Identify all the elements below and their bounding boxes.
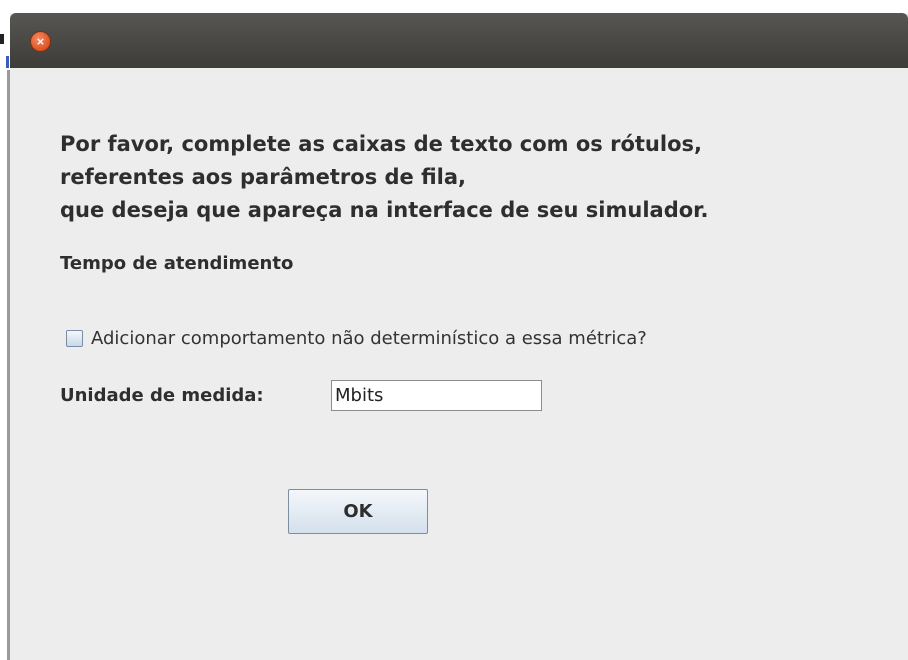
instruction-message: Por favor, complete as caixas de texto c… — [60, 128, 709, 227]
message-line: referentes aos parâmetros de fila, — [60, 165, 467, 189]
title-bar[interactable]: × — [10, 13, 908, 68]
background-fragment — [6, 56, 9, 68]
nondeterministic-option[interactable]: Adicionar comportamento não determinísti… — [66, 326, 647, 350]
background-fragment — [0, 34, 4, 44]
message-line: Por favor, complete as caixas de texto c… — [60, 132, 702, 156]
close-icon[interactable]: × — [30, 31, 51, 52]
unit-input[interactable] — [331, 380, 542, 411]
ok-button[interactable]: OK — [288, 489, 428, 534]
checkbox-label: Adicionar comportamento não determinísti… — [91, 327, 647, 349]
unit-label: Unidade de medida: — [60, 385, 264, 406]
metric-title: Tempo de atendimento — [60, 253, 294, 274]
background-window-edge — [0, 0, 10, 660]
dialog-window: × Por favor, complete as caixas de texto… — [10, 13, 908, 660]
message-line: que deseja que apareça na interface de s… — [60, 198, 709, 222]
nondeterministic-checkbox[interactable] — [66, 329, 83, 347]
